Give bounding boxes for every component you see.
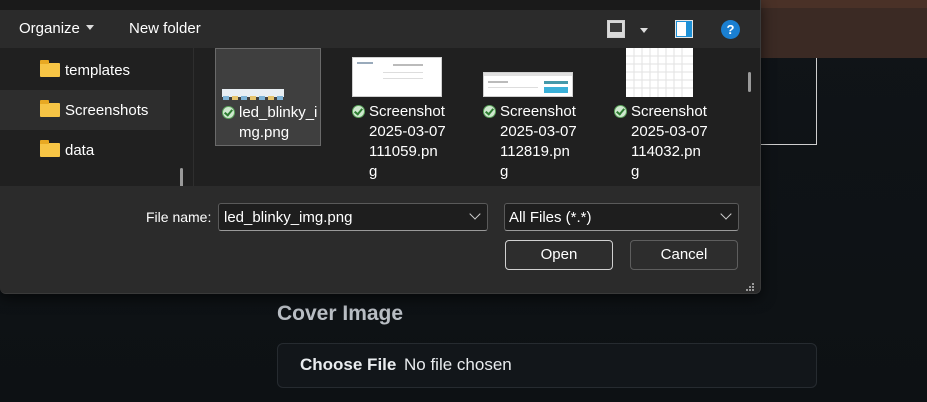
files-scrollbar[interactable]	[748, 72, 751, 92]
nav-item-data[interactable]: data	[0, 130, 170, 170]
file-name-line: g	[500, 163, 509, 180]
header-banner-strip	[760, 0, 927, 8]
file-name-line: 2025-03-07	[500, 123, 577, 140]
no-file-text: No file chosen	[404, 355, 512, 374]
header-banner	[760, 0, 927, 58]
thumbnail-graphic	[357, 62, 423, 79]
dialog-bottom-bar: File name: led_blinky_img.png All Files …	[0, 186, 760, 293]
file-name-line: 2025-03-07	[369, 123, 446, 140]
organize-menu-button[interactable]: Organize	[19, 20, 94, 37]
thumbnail-graphic	[626, 48, 693, 97]
file-name-line: g	[631, 163, 640, 180]
nav-scrollbar[interactable]	[180, 168, 183, 188]
preview-pane-icon[interactable]	[675, 20, 693, 38]
navigation-pane: templates Screenshots data	[0, 48, 193, 188]
open-file-dialog: Organize New folder ? templates Screensh…	[0, 0, 761, 294]
file-item-led-blinky[interactable]: led_blinky_i mg.png	[215, 48, 321, 146]
file-name-line: 112819.pn	[500, 143, 570, 160]
cancel-button[interactable]: Cancel	[630, 240, 738, 270]
chevron-down-icon	[720, 208, 732, 220]
nav-item-label: data	[65, 142, 95, 159]
sync-status-icon	[614, 105, 627, 118]
new-folder-button[interactable]: New folder	[129, 20, 201, 37]
nav-item-label: Screenshots	[65, 102, 149, 119]
file-name-line: Screenshot	[500, 103, 576, 120]
file-name: led_blinky_i mg.png	[239, 103, 317, 143]
file-name-line: g	[369, 163, 378, 180]
folder-icon	[40, 100, 60, 117]
chevron-down-icon[interactable]	[469, 208, 481, 220]
folder-icon	[40, 140, 60, 157]
nav-item-screenshots[interactable]: Screenshots	[0, 90, 170, 130]
sync-status-icon	[222, 106, 235, 119]
file-item-screenshot-112819[interactable]: Screenshot 2025-03-07 112819.pn g	[477, 48, 583, 186]
chevron-down-icon	[85, 25, 94, 30]
choose-file-button[interactable]: Choose File	[300, 355, 396, 375]
file-item-screenshot-114032[interactable]: Screenshot 2025-03-07 114032.pn g	[608, 48, 714, 186]
open-button[interactable]: Open	[505, 240, 613, 270]
file-name-label: File name:	[146, 209, 212, 225]
sync-status-icon	[352, 105, 365, 118]
file-type-select[interactable]: All Files (*.*)	[504, 203, 739, 231]
thumbnail	[626, 48, 693, 97]
view-icon[interactable]	[607, 20, 625, 38]
folder-icon	[40, 60, 60, 77]
file-name: Screenshot 2025-03-07 111059.pn g	[369, 102, 446, 182]
thumbnail	[222, 89, 284, 100]
organize-label: Organize	[19, 20, 80, 37]
dialog-top-strip	[0, 0, 760, 10]
cover-image-label: Cover Image	[277, 302, 404, 325]
nav-item-label: templates	[65, 62, 131, 79]
file-name: Screenshot 2025-03-07 114032.pn g	[631, 102, 708, 182]
help-icon[interactable]: ?	[721, 20, 740, 39]
file-name-line: mg.png	[239, 124, 290, 141]
resize-grip-icon[interactable]	[745, 282, 755, 292]
file-name: Screenshot 2025-03-07 112819.pn g	[500, 102, 577, 182]
thumbnail	[483, 72, 573, 97]
nav-item-templates[interactable]: templates	[0, 50, 170, 90]
file-name-line: led_blinky_i	[239, 104, 318, 121]
file-name-line: 111059.pn	[369, 143, 438, 160]
thumbnail-graphic	[223, 96, 283, 100]
sync-status-icon	[483, 105, 496, 118]
thumbnail-graphic	[484, 73, 572, 93]
file-input[interactable]: Choose File No file chosen	[277, 343, 817, 388]
file-name-line: Screenshot	[631, 103, 707, 120]
file-item-screenshot-111059[interactable]: Screenshot 2025-03-07 111059.pn g	[346, 48, 452, 186]
file-name-line: 2025-03-07	[631, 123, 708, 140]
file-name-line: 114032.pn	[631, 143, 701, 160]
file-name-input[interactable]: led_blinky_img.png	[218, 203, 488, 231]
view-options-chevron-icon[interactable]	[640, 28, 648, 33]
thumbnail	[352, 57, 442, 97]
file-name-value: led_blinky_img.png	[224, 209, 353, 226]
content-frame	[760, 58, 817, 145]
file-name-line: Screenshot	[369, 103, 445, 120]
file-list: led_blinky_i mg.png Screenshot 2025-03-0…	[194, 48, 760, 186]
file-type-value: All Files (*.*)	[509, 209, 592, 226]
